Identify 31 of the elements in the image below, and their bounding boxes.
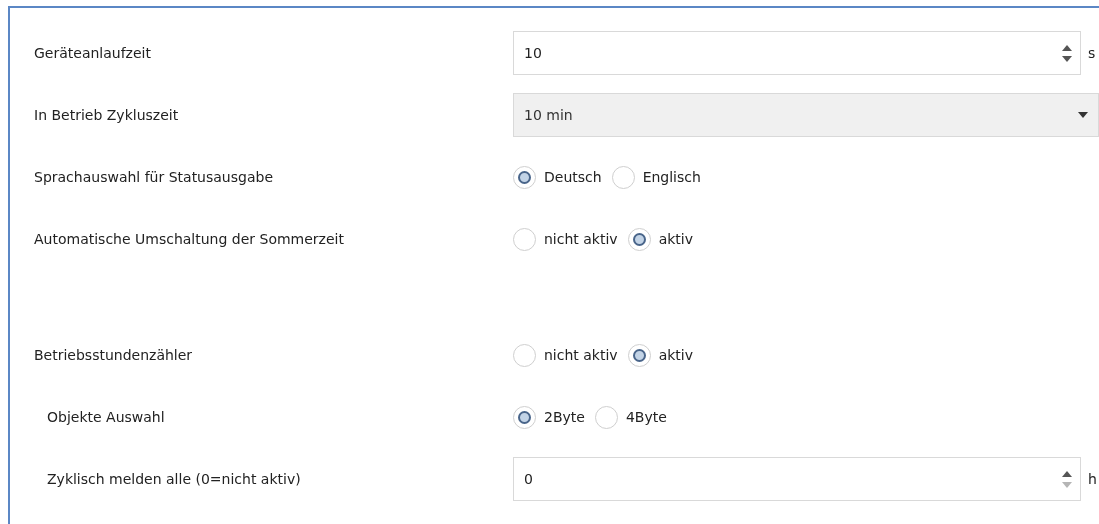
radio-label[interactable]: nicht aktiv <box>544 344 618 366</box>
radio-label[interactable]: Englisch <box>642 166 701 188</box>
radio-button[interactable] <box>513 227 536 251</box>
radio-button[interactable] <box>627 343 651 367</box>
unit-label: s <box>1088 43 1096 63</box>
field-label: Objekte Auswahl <box>46 407 166 427</box>
radio-button[interactable] <box>627 227 651 251</box>
field-label: In Betrieb Zykluszeit <box>33 105 180 125</box>
spin-up-icon[interactable] <box>1062 44 1072 51</box>
caret-icon <box>1078 112 1088 118</box>
field-label: Betriebsstundenzähler <box>33 345 194 365</box>
field-label: Geräteanlaufzeit <box>33 43 152 63</box>
field-label: Automatische Umschaltung der Sommerzeit <box>33 229 345 249</box>
field-label: Zyklisch melden alle (0=nicht aktiv) <box>46 469 302 489</box>
number-spinner[interactable]: 10 <box>513 31 1081 75</box>
radio-label[interactable]: aktiv <box>658 228 693 250</box>
radio-button[interactable] <box>513 343 536 367</box>
radio-label[interactable]: aktiv <box>658 344 693 366</box>
radio-button[interactable] <box>513 165 536 189</box>
field-label: Sprachauswahl für Statusausgabe <box>33 167 274 187</box>
radio-label[interactable]: nicht aktiv <box>544 228 618 250</box>
radio-button[interactable] <box>611 165 635 189</box>
radio-label[interactable]: 4Byte <box>625 406 667 428</box>
number-spinner[interactable]: 0 <box>513 457 1081 501</box>
radio-button[interactable] <box>594 405 618 429</box>
unit-label: h <box>1088 469 1097 489</box>
spin-up-icon[interactable] <box>1062 470 1072 477</box>
radio-button[interactable] <box>513 405 536 429</box>
radio-label[interactable]: 2Byte <box>544 406 585 428</box>
spin-down-icon[interactable] <box>1062 55 1072 62</box>
radio-label[interactable]: Deutsch <box>544 166 602 188</box>
